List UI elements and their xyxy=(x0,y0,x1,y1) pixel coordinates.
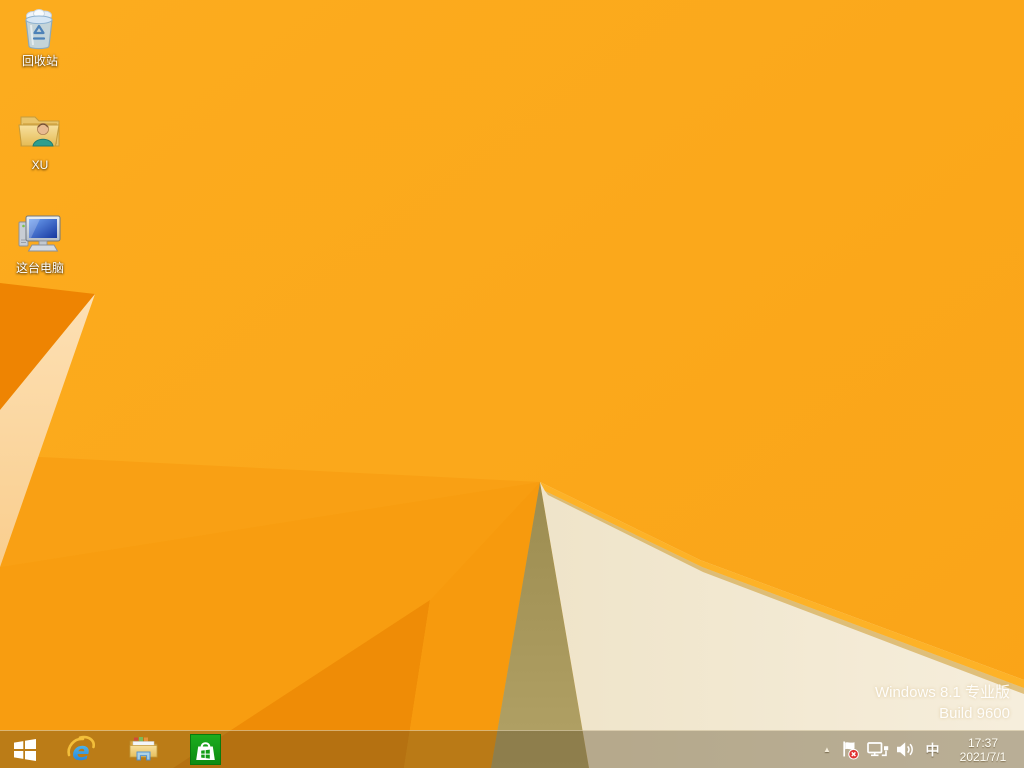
start-button[interactable] xyxy=(0,731,50,768)
hidden-icons-chevron[interactable]: ▲ xyxy=(817,731,837,768)
os-build-watermark: Windows 8.1 专业版 Build 9600 xyxy=(875,682,1010,724)
ime-indicator[interactable]: 中 xyxy=(919,731,946,768)
wallpaper-image xyxy=(0,0,1024,768)
recycle-bin-icon xyxy=(16,4,64,52)
desktop-icon-label: XU xyxy=(32,158,49,172)
windows-start-icon xyxy=(13,738,37,762)
volume-icon[interactable] xyxy=(892,731,919,768)
system-tray: ▲ xyxy=(817,731,1024,768)
network-icon[interactable] xyxy=(863,731,892,768)
tray-date: 2021/7/1 xyxy=(960,750,1007,764)
desktop: 回收站 XU xyxy=(0,0,1024,768)
taskbar: e xyxy=(0,730,1024,768)
desktop-icon-this-pc[interactable]: 这台电脑 xyxy=(2,211,78,277)
wallpaper-facets xyxy=(0,0,1024,768)
desktop-icon-recycle-bin[interactable]: 回收站 xyxy=(2,4,78,70)
tray-time: 17:37 xyxy=(968,736,998,750)
watermark-edition: Windows 8.1 专业版 xyxy=(875,682,1010,703)
desktop-icon-label: 这台电脑 xyxy=(16,261,64,275)
internet-explorer-icon: e xyxy=(66,735,96,765)
watermark-build: Build 9600 xyxy=(875,703,1010,724)
desktop-icon-label: 回收站 xyxy=(22,54,58,68)
desktop-icon-user-folder[interactable]: XU xyxy=(2,108,78,174)
tray-clock[interactable]: 17:37 2021/7/1 xyxy=(952,731,1014,768)
computer-icon xyxy=(16,211,64,259)
windows-store-icon xyxy=(190,734,221,765)
taskbar-app-windows-store[interactable] xyxy=(174,731,236,768)
user-folder-icon xyxy=(16,108,64,156)
action-center-flag-icon[interactable] xyxy=(837,731,863,768)
svg-text:e: e xyxy=(72,737,90,765)
taskbar-app-internet-explorer[interactable]: e xyxy=(50,731,112,768)
file-explorer-icon xyxy=(128,736,159,763)
taskbar-app-file-explorer[interactable] xyxy=(112,731,174,768)
